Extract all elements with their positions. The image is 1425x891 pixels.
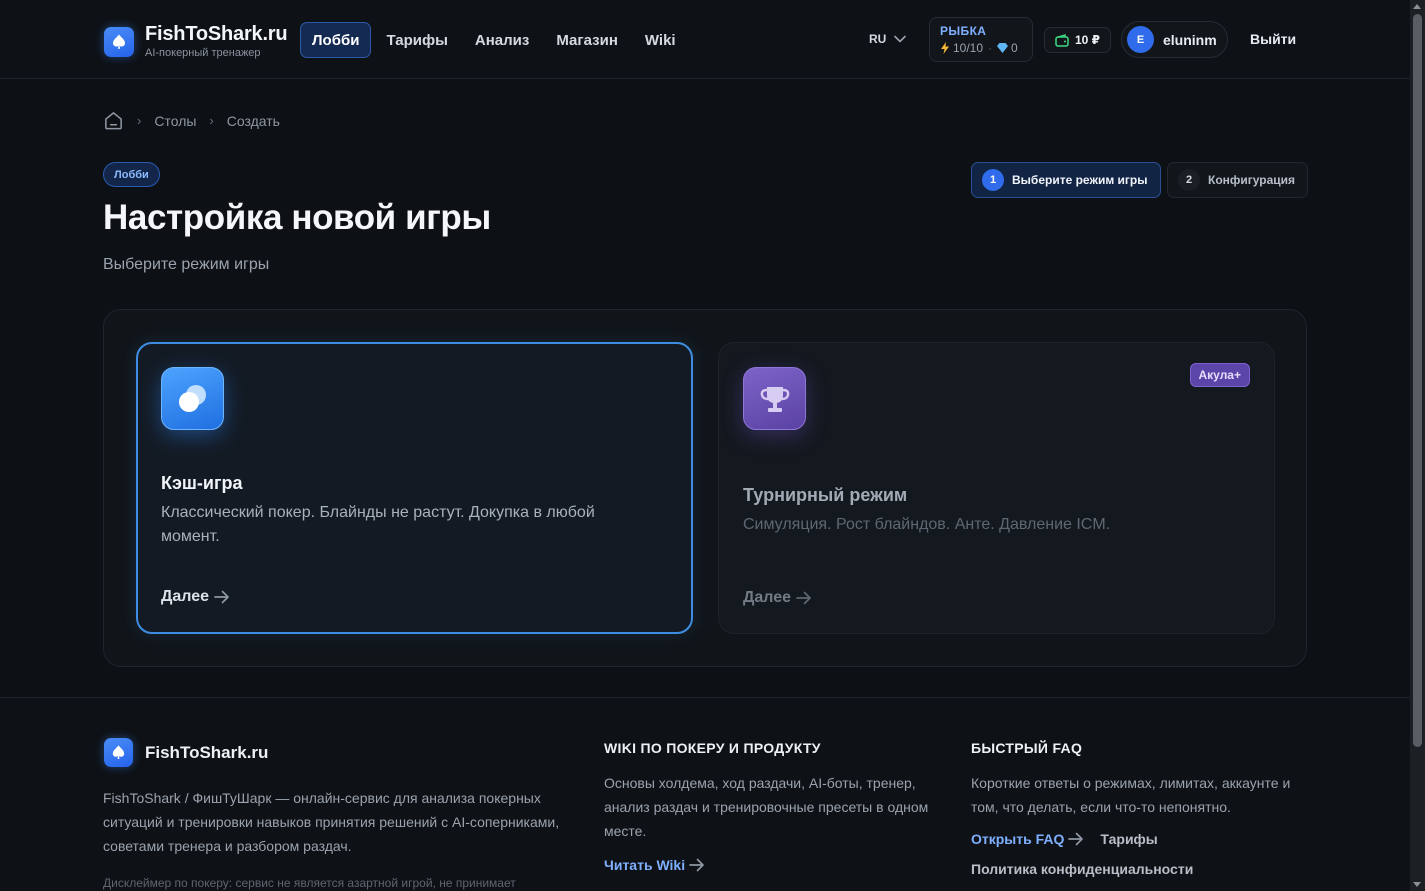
- spade-logo-icon: [104, 738, 133, 767]
- brand-title: FishToShark.ru: [145, 23, 288, 45]
- diamond-icon: [997, 43, 1009, 53]
- wallet-icon: [1055, 33, 1069, 47]
- footer-disclaimer: Дисклеймер по покеру: сервис не является…: [103, 876, 516, 890]
- chevron-down-icon: [894, 35, 907, 43]
- step-number: 1: [982, 169, 1004, 191]
- mode-description: Симуляция. Рост блайндов. Анте. Давление…: [743, 516, 1111, 533]
- mode-next-button[interactable]: Далее: [743, 589, 813, 607]
- breadcrumb: › Столы › Создать: [103, 110, 280, 131]
- page-footer: FishToShark.ru FishToShark / ФишТуШарк —…: [0, 697, 1410, 891]
- mode-title: Кэш-игра: [161, 473, 243, 493]
- next-label: Далее: [161, 588, 210, 605]
- breadcrumb-tables[interactable]: Столы: [154, 113, 196, 129]
- breadcrumb-separator: ›: [137, 113, 142, 128]
- avatar: E: [1127, 26, 1154, 53]
- language-label: RU: [869, 32, 887, 46]
- faq-heading: БЫСТРЫЙ FAQ: [971, 740, 1083, 756]
- rank-title: РЫБКА: [940, 24, 987, 38]
- arrow-right-icon: [1068, 832, 1084, 846]
- spade-logo-icon: [104, 26, 134, 57]
- read-wiki-label: Читать Wiki: [604, 857, 686, 873]
- main-nav: Лобби Тарифы Анализ Магазин Wiki: [300, 22, 691, 58]
- mode-card-tournament[interactable]: Акула+ Турнирный режим Симуляция. Рост б…: [718, 342, 1275, 634]
- wiki-heading: WIKI ПО ПОКЕРУ И ПРОДУКТУ: [604, 740, 821, 756]
- breadcrumb-create: Создать: [226, 112, 280, 129]
- scroll-up-arrow[interactable]: [1413, 4, 1421, 9]
- stats-separator: ·: [988, 41, 993, 55]
- mode-next-button[interactable]: Далее: [161, 588, 231, 606]
- next-label: Далее: [743, 589, 792, 606]
- section-badge: Лобби: [103, 162, 160, 187]
- username: eluninm: [1163, 31, 1217, 48]
- logout-button[interactable]: Выйти: [1250, 31, 1296, 47]
- step-configuration[interactable]: 2 Конфигурация: [1167, 162, 1309, 198]
- nav-tariffs[interactable]: Тарифы: [374, 22, 459, 58]
- faq-text: Короткие ответы о режимах, лимитах, акка…: [971, 775, 1291, 815]
- page-subtitle: Выберите режим игры: [103, 256, 270, 273]
- chips-icon: [161, 367, 224, 430]
- page-scrollbar[interactable]: [1410, 0, 1425, 891]
- brand-subtitle: AI-покерный тренажер: [145, 47, 261, 59]
- step-label: Выберите режим игры: [1012, 173, 1148, 187]
- step-number: 2: [1178, 169, 1200, 191]
- wallet-amount: 10 ₽: [1075, 33, 1101, 47]
- home-icon[interactable]: [103, 110, 124, 131]
- scroll-down-arrow[interactable]: [1413, 882, 1421, 887]
- rank-status[interactable]: РЫБКА 10/10 · 0: [929, 17, 1033, 62]
- arrow-right-icon: [796, 591, 811, 605]
- user-menu[interactable]: E eluninm: [1121, 21, 1228, 58]
- mode-description: Классический покер. Блайнды не растут. Д…: [161, 504, 595, 545]
- footer-faq-column: БЫСТРЫЙ FAQ Короткие ответы о режимах, л…: [971, 740, 1311, 877]
- mode-selection-panel: Кэш-игра Классический покер. Блайнды не …: [103, 309, 1307, 667]
- nav-wiki[interactable]: Wiki: [633, 22, 688, 58]
- wiki-text: Основы холдема, ход раздачи, AI-боты, тр…: [604, 775, 929, 839]
- language-selector[interactable]: RU: [869, 32, 907, 46]
- arrow-right-icon: [689, 858, 704, 872]
- trophy-icon: [743, 367, 806, 430]
- nav-shop[interactable]: Магазин: [544, 22, 630, 58]
- mode-title: Турнирный режим: [743, 485, 908, 505]
- breadcrumb-separator: ›: [209, 113, 214, 128]
- open-faq-label: Открыть FAQ: [971, 831, 1065, 847]
- gems-value: 0: [1011, 41, 1018, 55]
- step-choose-mode[interactable]: 1 Выберите режим игры: [971, 162, 1161, 198]
- brand-logo[interactable]: FishToShark.ru AI-покерный тренажер: [104, 23, 288, 60]
- nav-analysis[interactable]: Анализ: [463, 22, 541, 58]
- scrollbar-thumb[interactable]: [1413, 14, 1422, 747]
- lightning-icon: [941, 42, 949, 54]
- arrow-right-icon: [214, 590, 229, 604]
- energy-value: 10/10: [953, 41, 984, 55]
- mode-card-cash[interactable]: Кэш-игра Классический покер. Блайнды не …: [136, 342, 693, 634]
- privacy-policy-link[interactable]: Политика конфиденциальности: [971, 861, 1311, 877]
- footer-description: FishToShark / ФишТуШарк — онлайн-сервис …: [103, 790, 560, 854]
- footer-logo[interactable]: FishToShark.ru: [104, 738, 268, 767]
- nav-lobby[interactable]: Лобби: [300, 22, 372, 58]
- footer-tariffs-link[interactable]: Тарифы: [1100, 831, 1157, 847]
- wallet-balance[interactable]: 10 ₽: [1044, 27, 1112, 53]
- footer-wiki-column: WIKI ПО ПОКЕРУ И ПРОДУКТУ Основы холдема…: [604, 740, 944, 875]
- page-title: Настройка новой игры: [103, 198, 491, 237]
- premium-badge: Акула+: [1189, 363, 1250, 387]
- read-wiki-link[interactable]: Читать Wiki: [604, 857, 706, 873]
- footer-brand: FishToShark.ru: [145, 742, 269, 762]
- top-header: FishToShark.ru AI-покерный тренажер Лобб…: [0, 0, 1410, 79]
- step-label: Конфигурация: [1208, 173, 1296, 187]
- open-faq-link[interactable]: Открыть FAQ: [971, 831, 1085, 847]
